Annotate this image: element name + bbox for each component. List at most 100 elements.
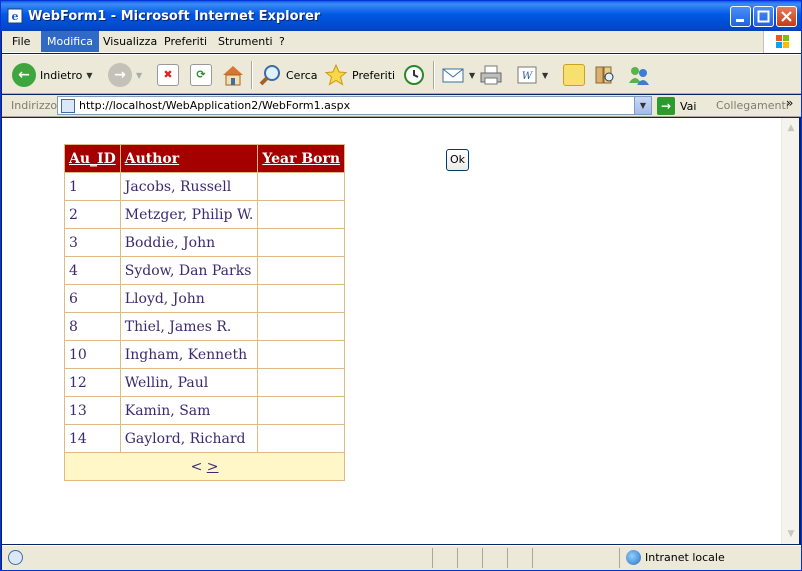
page-icon <box>61 99 75 113</box>
links-toolbar[interactable]: Collegamenti <box>716 99 789 112</box>
refresh-button[interactable]: ⟳ <box>190 61 212 89</box>
forward-button[interactable]: → ▼ <box>108 61 142 89</box>
address-dropdown-icon[interactable]: ▼ <box>634 97 651 114</box>
forward-dropdown-icon[interactable]: ▼ <box>136 71 142 80</box>
cell-author: Boddie, John <box>119 228 259 257</box>
back-button[interactable]: ← Indietro ▼ <box>12 61 93 89</box>
column-header-author[interactable]: Author <box>119 144 259 173</box>
maximize-button[interactable] <box>753 6 774 27</box>
table-row: 13 Kamin, Sam <box>64 396 346 425</box>
address-label: Indirizzo <box>11 99 58 112</box>
minimize-button[interactable] <box>730 6 751 27</box>
table-row: 12 Wellin, Paul <box>64 368 346 397</box>
svg-text:W: W <box>522 71 533 82</box>
cell-author: Lloyd, John <box>119 284 259 313</box>
cell-au-id: 4 <box>64 256 121 285</box>
column-header-year-born[interactable]: Year Born <box>257 144 346 173</box>
menu-file[interactable]: File <box>6 31 36 52</box>
note-icon <box>563 64 585 86</box>
cell-au-id: 1 <box>64 172 121 201</box>
cell-au-id: 6 <box>64 284 121 313</box>
standard-toolbar: ← Indietro ▼ → ▼ ✖ ⟳ Cerca Preferiti ▼ W… <box>2 54 801 94</box>
windows-flag-icon <box>776 35 789 48</box>
menu-strumenti[interactable]: Strumenti <box>212 31 279 52</box>
print-button[interactable] <box>479 61 503 89</box>
links-chevron-icon[interactable]: » <box>786 96 793 110</box>
home-icon <box>223 66 243 86</box>
status-pane-divider <box>482 548 483 568</box>
page-content: Au_ID Author Year Born 1 Jacobs, Russell 2… <box>2 118 781 544</box>
back-dropdown-icon[interactable]: ▼ <box>86 71 92 80</box>
word-icon: W <box>517 66 537 84</box>
messenger-icon <box>629 67 649 85</box>
pager-next-link[interactable]: > <box>207 459 219 475</box>
discuss-button[interactable] <box>563 61 585 89</box>
toolbar-separator <box>251 61 253 89</box>
browser-window: e WebForm1 - Microsoft Internet Explorer… <box>0 0 802 571</box>
pager-cell: < > <box>63 452 346 481</box>
address-url[interactable]: http://localhost/WebApplication2/WebForm… <box>79 99 350 112</box>
cell-year-born <box>257 284 346 313</box>
go-button[interactable]: → Vai <box>657 97 696 115</box>
search-button[interactable]: Cerca <box>258 61 318 89</box>
table-row: 2 Metzger, Philip W. <box>64 200 346 229</box>
table-row: 6 Lloyd, John <box>64 284 346 313</box>
cell-au-id: 2 <box>64 200 121 229</box>
address-bar: Indirizzo http://localhost/WebApplicatio… <box>2 95 801 117</box>
status-pane-divider <box>532 548 533 568</box>
table-row: 3 Boddie, John <box>64 228 346 257</box>
cell-author: Jacobs, Russell <box>119 172 259 201</box>
cell-year-born <box>257 340 346 369</box>
back-arrow-icon: ← <box>12 63 36 87</box>
mail-dropdown-icon[interactable]: ▼ <box>469 71 475 80</box>
address-input[interactable]: http://localhost/WebApplication2/WebForm… <box>57 96 652 115</box>
menu-visualizza[interactable]: Visualizza <box>97 31 163 52</box>
research-button[interactable] <box>593 61 617 89</box>
toolbar-separator <box>433 61 435 89</box>
column-header-au-id[interactable]: Au_ID <box>64 144 121 173</box>
ok-button[interactable]: Ok <box>446 149 469 171</box>
history-button[interactable] <box>402 61 426 89</box>
stop-button[interactable]: ✖ <box>157 61 179 89</box>
menu-modifica[interactable]: Modifica <box>41 31 99 52</box>
cell-author: Wellin, Paul <box>119 368 259 397</box>
status-pane-divider <box>457 548 458 568</box>
minimize-icon <box>736 19 744 22</box>
home-button[interactable] <box>221 61 245 89</box>
scroll-down-icon[interactable]: ▼ <box>783 526 799 542</box>
cell-year-born <box>257 396 346 425</box>
printer-icon <box>480 65 502 85</box>
cell-year-born <box>257 200 346 229</box>
search-icon <box>259 65 280 86</box>
cell-au-id: 10 <box>64 340 121 369</box>
stop-icon: ✖ <box>157 64 179 86</box>
security-zone: Intranet locale <box>626 550 725 565</box>
grid-pager-row: < > <box>63 452 346 481</box>
cell-year-born <box>257 256 346 285</box>
maximize-icon <box>757 10 770 23</box>
scroll-up-icon[interactable]: ▲ <box>783 120 799 136</box>
menu-help[interactable]: ? <box>273 31 291 52</box>
back-label: Indietro <box>40 68 83 82</box>
cell-year-born <box>257 172 346 201</box>
table-row: 10 Ingham, Kenneth <box>64 340 346 369</box>
menu-preferiti[interactable]: Preferiti <box>158 31 213 52</box>
cell-author: Thiel, James R. <box>119 312 259 341</box>
go-arrow-icon: → <box>657 97 675 115</box>
close-button[interactable] <box>776 6 797 27</box>
favorites-button[interactable]: Preferiti <box>324 61 395 89</box>
mail-icon <box>442 68 464 83</box>
cell-au-id: 13 <box>64 396 121 425</box>
title-bar[interactable]: e WebForm1 - Microsoft Internet Explorer <box>1 1 801 31</box>
vertical-scrollbar[interactable]: ▲ ▼ <box>781 118 799 544</box>
svg-text:e: e <box>12 10 19 23</box>
cell-year-born <box>257 312 346 341</box>
edit-dropdown-icon[interactable]: ▼ <box>542 71 548 80</box>
cell-au-id: 12 <box>64 368 121 397</box>
mail-button[interactable]: ▼ <box>441 61 475 89</box>
favorites-label: Preferiti <box>352 68 396 82</box>
cell-year-born <box>257 368 346 397</box>
messenger-button[interactable] <box>627 61 651 89</box>
edit-button[interactable]: W ▼ <box>516 61 548 89</box>
research-icon <box>595 66 614 84</box>
